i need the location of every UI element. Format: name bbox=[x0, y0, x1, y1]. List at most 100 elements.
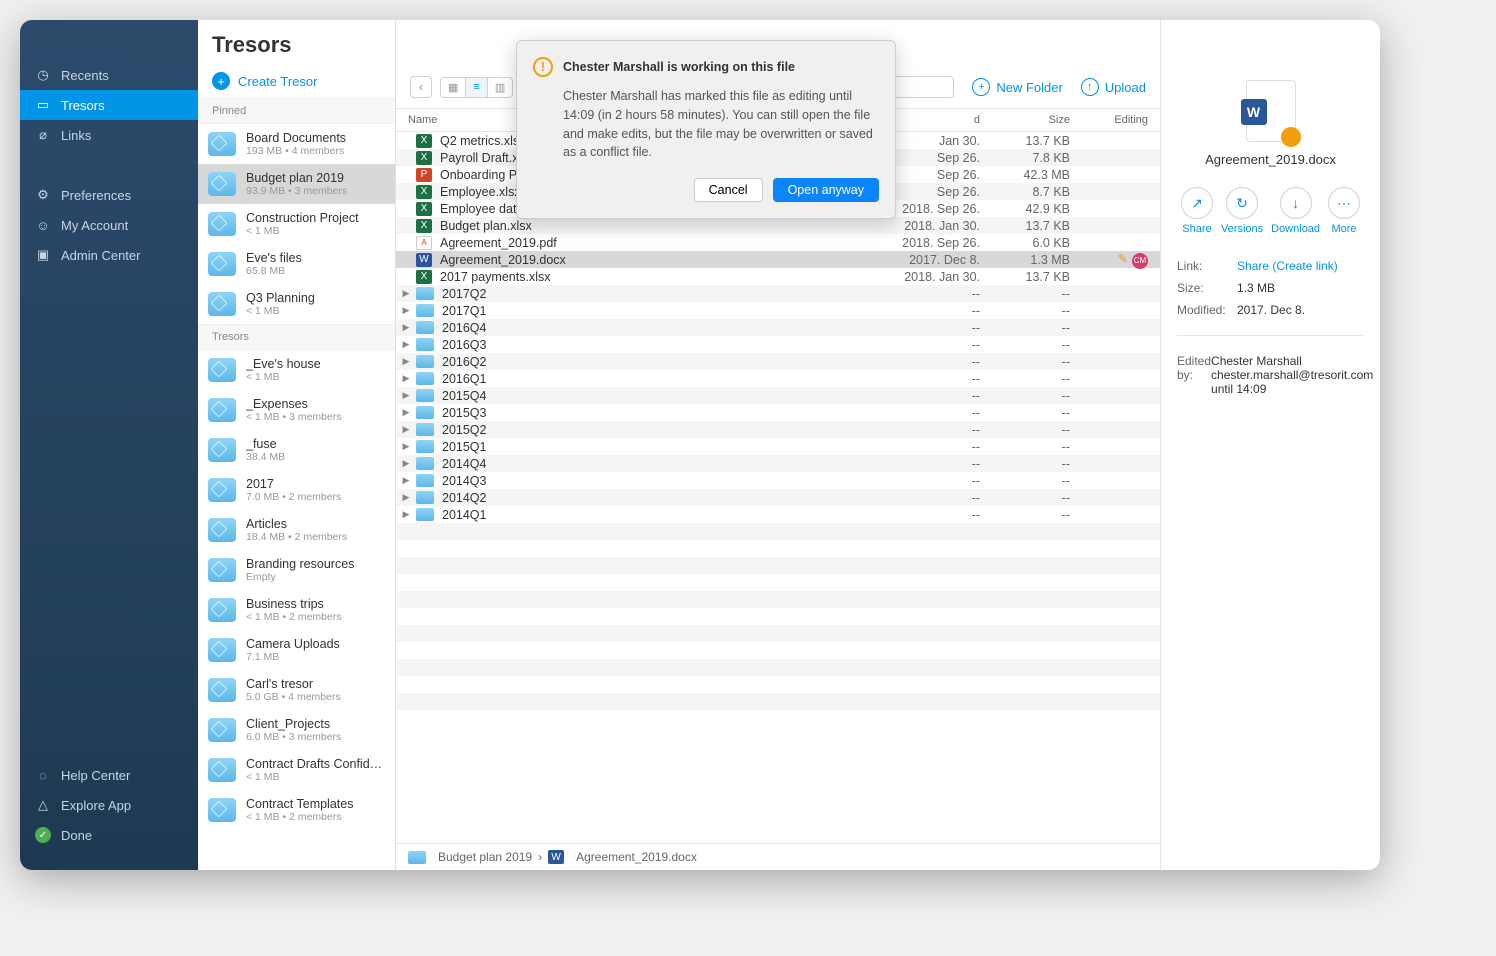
col-size[interactable]: Size bbox=[1000, 114, 1090, 126]
tresor-item[interactable]: _fuse38.4 MB bbox=[198, 430, 395, 470]
expand-icon[interactable]: ▶ bbox=[396, 390, 416, 401]
view-toggle: ▦ ≡ ▥ bbox=[440, 77, 513, 98]
back-button[interactable]: ‹ bbox=[410, 76, 432, 98]
file-row[interactable]: WAgreement_2019.docx2017. Dec 8.1.3 MB✎C… bbox=[396, 251, 1160, 268]
expand-icon[interactable]: ▶ bbox=[396, 288, 416, 299]
file-row[interactable]: AAgreement_2019.pdf2018. Sep 26.6.0 KB bbox=[396, 234, 1160, 251]
expand-icon[interactable]: ▶ bbox=[396, 475, 416, 486]
create-tresor-button[interactable]: +Create Tresor bbox=[198, 64, 395, 98]
section-tresors: Tresors bbox=[198, 324, 395, 350]
file-row[interactable]: ▶2015Q3---- bbox=[396, 404, 1160, 421]
tresor-item[interactable]: Contract Drafts Confide...< 1 MB bbox=[198, 750, 395, 790]
tresor-item[interactable]: _Expenses< 1 MB • 3 members bbox=[198, 390, 395, 430]
tresor-item[interactable]: Q3 Planning< 1 MB bbox=[198, 284, 395, 324]
sidebar-help[interactable]: ◌Help Center bbox=[20, 760, 198, 790]
file-type-icon bbox=[416, 406, 434, 419]
file-row[interactable]: ▶2016Q4---- bbox=[396, 319, 1160, 336]
create-link[interactable]: Share (Create link) bbox=[1237, 259, 1364, 273]
tresor-item[interactable]: Business trips< 1 MB • 2 members bbox=[198, 590, 395, 630]
file-row[interactable]: ▶2015Q4---- bbox=[396, 387, 1160, 404]
tresor-item[interactable]: Camera Uploads7.1 MB bbox=[198, 630, 395, 670]
sidebar-links[interactable]: ⌀Links bbox=[20, 120, 198, 150]
file-row[interactable]: X2017 payments.xlsx2018. Jan 30.13.7 KB bbox=[396, 268, 1160, 285]
sidebar-recents[interactable]: ◷Recents bbox=[20, 60, 198, 90]
view-columns[interactable]: ▥ bbox=[488, 78, 512, 97]
expand-icon[interactable]: ▶ bbox=[396, 339, 416, 350]
tresor-item[interactable]: Eve's files65.8 MB bbox=[198, 244, 395, 284]
detail-panel: Agreement_2019.docx ↗Share ↻Versions ↓Do… bbox=[1160, 20, 1380, 870]
tresor-icon bbox=[208, 358, 236, 382]
tresor-icon bbox=[208, 758, 236, 782]
file-row[interactable]: ▶2016Q2---- bbox=[396, 353, 1160, 370]
file-row[interactable]: XBudget plan.xlsx2018. Jan 30.13.7 KB bbox=[396, 217, 1160, 234]
download-icon: ↓ bbox=[1280, 187, 1312, 219]
more-button[interactable]: ⋯More bbox=[1328, 187, 1360, 235]
file-row[interactable]: ▶2014Q4---- bbox=[396, 455, 1160, 472]
download-button[interactable]: ↓Download bbox=[1271, 187, 1320, 235]
file-row[interactable]: ▶2014Q1---- bbox=[396, 506, 1160, 523]
tresor-item[interactable]: _Eve's house< 1 MB bbox=[198, 350, 395, 390]
breadcrumb-b[interactable]: Agreement_2019.docx bbox=[576, 850, 697, 864]
expand-icon[interactable]: ▶ bbox=[396, 424, 416, 435]
tresor-item[interactable]: Carl's tresor5.0 GB • 4 members bbox=[198, 670, 395, 710]
file-row[interactable]: ▶2017Q2---- bbox=[396, 285, 1160, 302]
expand-icon[interactable]: ▶ bbox=[396, 305, 416, 316]
expand-icon[interactable]: ▶ bbox=[396, 441, 416, 452]
file-type-icon bbox=[416, 440, 434, 453]
tresor-icon bbox=[208, 398, 236, 422]
expand-icon[interactable]: ▶ bbox=[396, 322, 416, 333]
tresor-item[interactable]: 20177.0 MB • 2 members bbox=[198, 470, 395, 510]
file-type-icon bbox=[416, 423, 434, 436]
file-row[interactable]: ▶2016Q1---- bbox=[396, 370, 1160, 387]
sidebar-tresors[interactable]: ▭Tresors bbox=[20, 90, 198, 120]
upload-button[interactable]: ↑Upload bbox=[1081, 78, 1146, 96]
versions-button[interactable]: ↻Versions bbox=[1221, 187, 1263, 235]
upload-icon: ↑ bbox=[1081, 78, 1099, 96]
expand-icon[interactable]: ▶ bbox=[396, 509, 416, 520]
breadcrumb-a[interactable]: Budget plan 2019 bbox=[438, 850, 532, 864]
open-anyway-button[interactable]: Open anyway bbox=[773, 178, 879, 202]
file-row[interactable]: ▶2014Q2---- bbox=[396, 489, 1160, 506]
tresor-item[interactable]: Contract Templates< 1 MB • 2 members bbox=[198, 790, 395, 830]
clock-icon: ◷ bbox=[35, 67, 51, 83]
tresor-item[interactable]: Board Documents193 MB • 4 members bbox=[198, 124, 395, 164]
file-type-icon: X bbox=[416, 202, 432, 216]
modal-title: Chester Marshall is working on this file bbox=[563, 60, 795, 74]
view-list[interactable]: ≡ bbox=[466, 78, 487, 97]
share-button[interactable]: ↗Share bbox=[1181, 187, 1213, 235]
file-row[interactable]: ▶2014Q3---- bbox=[396, 472, 1160, 489]
more-icon: ⋯ bbox=[1328, 187, 1360, 219]
view-grid[interactable]: ▦ bbox=[441, 78, 466, 97]
tresor-icon bbox=[208, 438, 236, 462]
cancel-button[interactable]: Cancel bbox=[694, 178, 763, 202]
tresor-icon bbox=[208, 598, 236, 622]
sidebar-admin[interactable]: ▣Admin Center bbox=[20, 240, 198, 270]
new-folder-button[interactable]: +New Folder bbox=[972, 78, 1062, 96]
sidebar-done[interactable]: ✓Done bbox=[20, 820, 198, 850]
expand-icon[interactable]: ▶ bbox=[396, 407, 416, 418]
tresor-item[interactable]: Articles18.4 MB • 2 members bbox=[198, 510, 395, 550]
tresor-icon bbox=[208, 212, 236, 236]
file-row[interactable]: ▶2016Q3---- bbox=[396, 336, 1160, 353]
col-editing[interactable]: Editing bbox=[1090, 114, 1160, 126]
tresor-item[interactable]: Construction Project< 1 MB bbox=[198, 204, 395, 244]
tresor-item[interactable]: Branding resourcesEmpty bbox=[198, 550, 395, 590]
expand-icon[interactable]: ▶ bbox=[396, 373, 416, 384]
sidebar-preferences[interactable]: ⚙Preferences bbox=[20, 180, 198, 210]
tresor-list-panel: Tresors +Create Tresor Pinned Board Docu… bbox=[198, 20, 396, 870]
file-row[interactable]: ▶2017Q1---- bbox=[396, 302, 1160, 319]
expand-icon[interactable]: ▶ bbox=[396, 356, 416, 367]
tresor-item[interactable]: Budget plan 201993.9 MB • 3 members bbox=[198, 164, 395, 204]
modal-body: Chester Marshall has marked this file as… bbox=[563, 87, 879, 162]
sidebar-account[interactable]: ☺My Account bbox=[20, 210, 198, 240]
plus-icon: + bbox=[972, 78, 990, 96]
file-row[interactable]: ▶2015Q1---- bbox=[396, 438, 1160, 455]
file-type-icon bbox=[416, 508, 434, 521]
sidebar-explore[interactable]: △Explore App bbox=[20, 790, 198, 820]
sidebar: ◷Recents ▭Tresors ⌀Links ⚙Preferences ☺M… bbox=[20, 20, 198, 870]
tresor-item[interactable]: Client_Projects6.0 MB • 3 members bbox=[198, 710, 395, 750]
expand-icon[interactable]: ▶ bbox=[396, 492, 416, 503]
expand-icon[interactable]: ▶ bbox=[396, 458, 416, 469]
editor-avatar: CM bbox=[1132, 253, 1148, 269]
file-row[interactable]: ▶2015Q2---- bbox=[396, 421, 1160, 438]
